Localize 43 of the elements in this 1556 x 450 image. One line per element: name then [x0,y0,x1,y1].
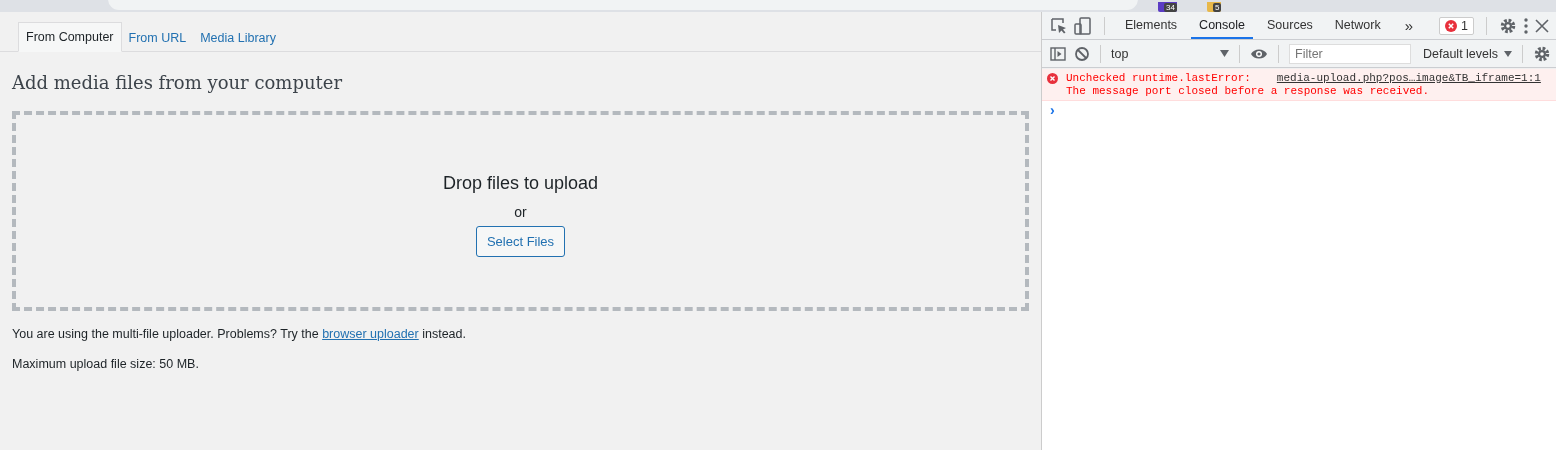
media-tab[interactable]: Media Library [193,24,283,52]
console-prompt[interactable]: › [1042,101,1556,118]
select-files-button[interactable]: Select Files [475,226,566,257]
extension-icon[interactable]: 5 [1206,2,1222,12]
device-icon[interactable] [1074,16,1092,35]
console-settings-icon[interactable] [1533,44,1552,63]
inspect-icon[interactable] [1050,16,1068,35]
error-counter[interactable]: 1 [1439,16,1474,35]
more-options-icon[interactable] [1523,16,1529,35]
dropdown-caret-icon[interactable] [1220,50,1229,57]
devtools-tab[interactable]: Elements [1117,12,1186,39]
error-icon[interactable] [1445,19,1458,32]
max-size-text: Maximum upload file size: 50 MB. [12,357,200,371]
levels-dropdown[interactable]: Default levels [1423,46,1513,61]
extension-badge: 5 [1212,3,1222,12]
media-tab[interactable]: From URL [121,24,194,52]
or-text: or [514,204,527,220]
error-count: 1 [1461,18,1468,33]
clear-console-icon[interactable] [1074,45,1090,62]
uploader-note: You are using the multi-file uploader. Problems? Try the browser uploader instead. [12,327,467,341]
error-message: Unchecked runtime.lastError: [1066,72,1251,85]
filter-field[interactable]: Filter [1289,43,1411,64]
close-icon[interactable] [1535,18,1549,33]
levels-label: Default levels [1423,46,1499,61]
eye-icon[interactable] [1250,47,1268,60]
page-heading: Add media files from your computer [12,72,343,93]
source-link[interactable]: media-upload.php?pos…image&TB_iframe=1:1 [1276,72,1541,85]
error-icon[interactable] [1047,73,1058,84]
context-select[interactable]: top [1111,46,1229,61]
extension-icon[interactable]: 34 [1158,2,1177,12]
settings-icon[interactable] [1499,16,1517,35]
error-detail: The message port closed before a response was received. [1066,85,1431,98]
media-tab[interactable]: From Computer [18,22,122,52]
drop-title: Drop files to upload [442,173,599,194]
sidebar-toggle-icon[interactable] [1050,45,1066,62]
drop-zone[interactable]: Drop files to upload or Select Files [12,111,1029,311]
dropdown-caret-icon[interactable] [1504,50,1513,57]
browser-uploader-link[interactable]: browser uploader [322,327,419,341]
context-value: top [1111,46,1129,61]
more-tabs-button[interactable]: » [1394,17,1424,34]
devtools-tab[interactable]: Network [1326,12,1389,39]
extension-badge: 34 [1164,3,1177,12]
devtools-tab[interactable]: Sources [1259,12,1321,39]
